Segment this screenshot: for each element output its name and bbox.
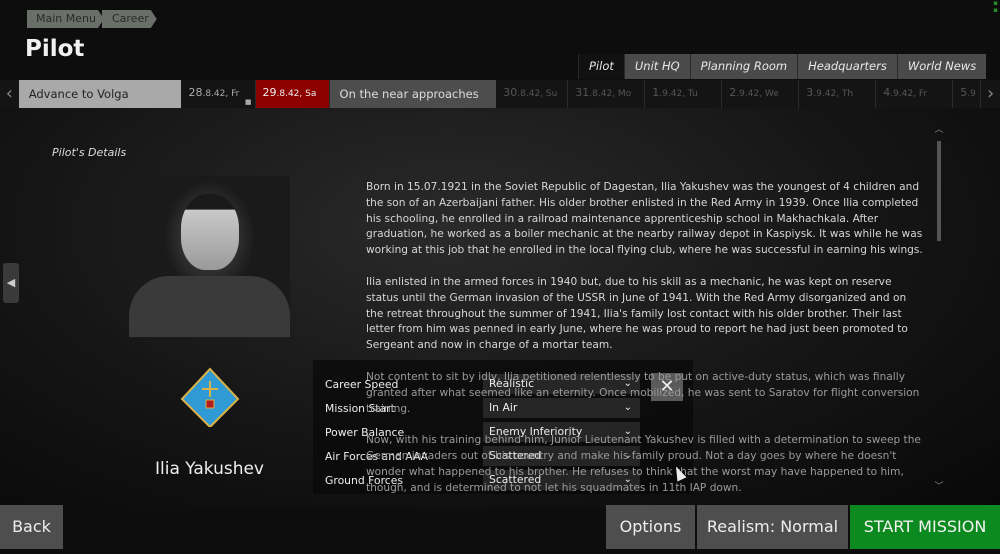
breadcrumb-main-menu[interactable]: Main Menu — [27, 10, 104, 28]
option-power-balance: Power Balance Enemy Inferiority ⌄ — [325, 422, 640, 442]
air-forces-select[interactable]: Scattered ⌄ — [483, 446, 640, 466]
option-career-speed: Career Speed Realistic ⌄ — [325, 374, 640, 394]
date-day: 29 — [262, 86, 277, 99]
power-balance-select[interactable]: Enemy Inferiority ⌄ — [483, 422, 640, 442]
date-day: 30 — [503, 86, 518, 99]
realism-button[interactable]: Realism: Normal — [697, 505, 848, 549]
date-rest: .9.42, Th — [813, 89, 854, 99]
section-label: Pilot's Details — [52, 146, 127, 159]
date-rest: .9.42, We — [736, 89, 779, 99]
date-day: 31 — [575, 86, 590, 99]
select-value: Realistic — [489, 377, 535, 390]
option-label: Mission Start — [325, 401, 395, 415]
career-speed-select[interactable]: Realistic ⌄ — [483, 374, 640, 394]
date-rest: .8.42, Mo — [589, 89, 632, 99]
tab-unit-hq[interactable]: Unit HQ — [623, 54, 690, 79]
chevron-left-icon[interactable]: ‹ — [0, 80, 19, 108]
date-rest: .9.42, Fr — [890, 89, 928, 99]
chevron-down-icon: ⌄ — [623, 378, 632, 389]
date-rest: .8.42, Fr — [202, 89, 240, 99]
timeline-date-future[interactable]: 2.9.42, We — [722, 80, 800, 108]
timeline-event-past[interactable]: Advance to Volga — [18, 80, 182, 108]
select-value: In Air — [489, 401, 518, 414]
chevron-down-icon: ⌄ — [623, 450, 632, 461]
collapse-panel-button[interactable]: ◀ — [3, 263, 19, 303]
scroll-down-icon[interactable]: ﹀ — [933, 479, 945, 492]
option-label: Ground Forces — [325, 473, 403, 487]
select-value: Scattered — [489, 449, 542, 462]
tab-world-news[interactable]: World News — [896, 54, 987, 79]
scroll-thumb[interactable] — [937, 141, 941, 241]
chevron-down-icon: ⌄ — [623, 426, 632, 437]
option-label: Air Forces and AAA — [325, 449, 429, 463]
page-title: Pilot — [25, 36, 85, 62]
start-mission-button[interactable]: START MISSION — [850, 505, 1000, 549]
tab-headquarters[interactable]: Headquarters — [797, 54, 897, 79]
breadcrumb: Main Menu Career — [27, 10, 157, 28]
scroll-up-icon[interactable]: ︿ — [933, 122, 945, 135]
campaign-timeline: ‹ Advance to Volga 28.8.42, Fr ■ 29.8.42,… — [0, 80, 1000, 108]
option-air-forces: Air Forces and AAA Scattered ⌄ — [325, 446, 640, 466]
timeline-date-future[interactable]: 31.8.42, Mo — [568, 80, 646, 108]
option-mission-start: Mission Start In Air ⌄ — [325, 398, 640, 418]
mission-options-popup: Career Speed Realistic ⌄ Mission Start In A… — [313, 360, 693, 494]
ground-forces-select[interactable]: Scattered ⌄ — [483, 470, 640, 490]
breadcrumb-career[interactable]: Career — [102, 10, 157, 28]
date-rest: .9.42, Tu — [659, 89, 698, 99]
timeline-date-future[interactable]: 4.9.42, Fr — [876, 80, 954, 108]
date-rest: .8.42, Sa — [276, 89, 317, 99]
tab-bar: Pilot Unit HQ Planning Room Headquarters… — [578, 54, 987, 79]
timeline-date-29[interactable]: 29.8.42, Sa — [255, 80, 330, 108]
tab-planning-room[interactable]: Planning Room — [689, 54, 798, 79]
options-button[interactable]: Options — [606, 505, 695, 549]
chevron-down-icon: ⌄ — [623, 474, 632, 485]
timeline-date-future[interactable]: 3.9.42, Th — [799, 80, 877, 108]
tab-pilot[interactable]: Pilot — [578, 54, 624, 79]
chevron-right-icon[interactable]: › — [981, 80, 1000, 108]
rank-insignia-icon — [180, 367, 240, 427]
back-button[interactable]: Back — [0, 505, 63, 549]
timeline-date-28[interactable]: 28.8.42, Fr ■ — [181, 80, 256, 108]
select-value: Scattered — [489, 473, 542, 486]
scrollbar[interactable]: ︿ ﹀ — [933, 122, 945, 492]
select-value: Enemy Inferiority — [489, 425, 583, 438]
lock-icon: ■ — [244, 98, 252, 106]
option-label: Career Speed — [325, 377, 399, 391]
option-ground-forces: Ground Forces Scattered ⌄ — [325, 470, 640, 490]
date-rest: .8.42, Su — [517, 89, 558, 99]
timeline-date-future[interactable]: 5.9 — [953, 80, 982, 108]
pilot-name: Ilia Yakushev — [155, 459, 264, 479]
chevron-down-icon: ⌄ — [623, 402, 632, 413]
mission-start-select[interactable]: In Air ⌄ — [483, 398, 640, 418]
date-rest: .9 — [967, 89, 976, 99]
date-day: 28 — [188, 86, 203, 99]
timeline-event-current[interactable]: On the near approaches — [329, 80, 492, 108]
timeline-date-future[interactable]: 1.9.42, Tu — [645, 80, 723, 108]
close-icon[interactable]: ✕ — [651, 373, 683, 401]
pilot-photo — [129, 176, 290, 337]
option-label: Power Balance — [325, 425, 405, 439]
status-indicator-icon: ▪ ▪ — [993, 0, 998, 14]
timeline-date-future[interactable]: 30.8.42, Su — [491, 80, 569, 108]
